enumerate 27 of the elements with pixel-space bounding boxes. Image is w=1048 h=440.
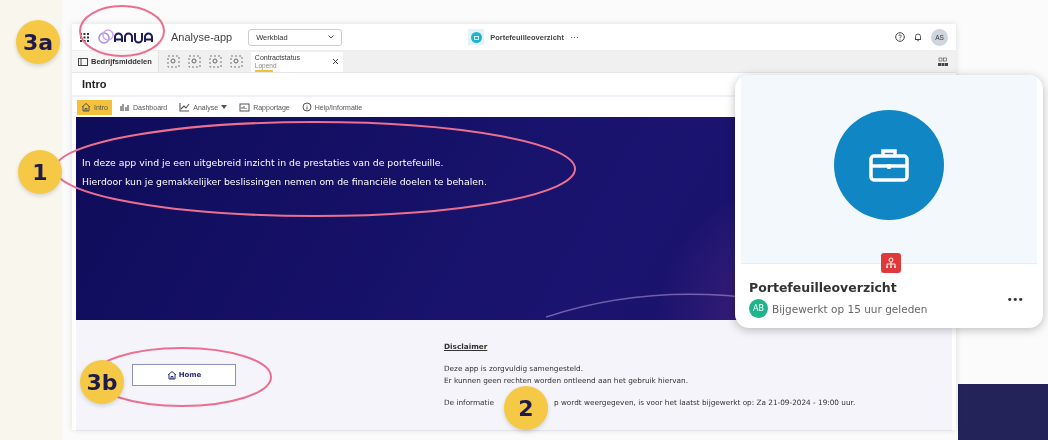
app-icon: [468, 29, 485, 45]
app-name: Analyse-app: [171, 31, 233, 43]
line-chart-icon: [179, 102, 191, 112]
intro-text: In deze app vind je een uitgebreid inzicht in de prestaties van de portefeuille.: [82, 156, 444, 170]
sheet-title: Intro: [82, 78, 107, 90]
briefcase-icon: [869, 148, 909, 182]
panel-icon: [78, 57, 88, 66]
info-icon: [301, 102, 312, 112]
bars-icon: [120, 102, 130, 112]
more-button[interactable]: •••: [1006, 292, 1023, 306]
more-button[interactable]: ···: [569, 32, 579, 42]
report-icon: [239, 102, 251, 112]
step-number: 1: [18, 150, 62, 194]
grid-icon[interactable]: [938, 56, 948, 67]
updated-text: Bijgewerkt op 15 uur geleden: [772, 302, 928, 315]
bell-icon[interactable]: [913, 32, 923, 42]
intro-text: Hierdoor kun je gemakkelijker beslissingen nemen om de financiële doelen te behalen.: [82, 175, 487, 189]
card-title[interactable]: Portefeuilleoverzicht: [749, 280, 928, 295]
caret-icon: [221, 105, 228, 109]
step-number: 3a: [16, 20, 60, 64]
home-icon: [166, 370, 177, 380]
app-grid-icon[interactable]: [80, 32, 89, 42]
home-icon: [81, 102, 91, 112]
close-icon[interactable]: [331, 57, 339, 65]
help-icon[interactable]: [895, 32, 905, 42]
owner-avatar: AB: [749, 299, 768, 318]
chevron-icon: [328, 35, 335, 39]
